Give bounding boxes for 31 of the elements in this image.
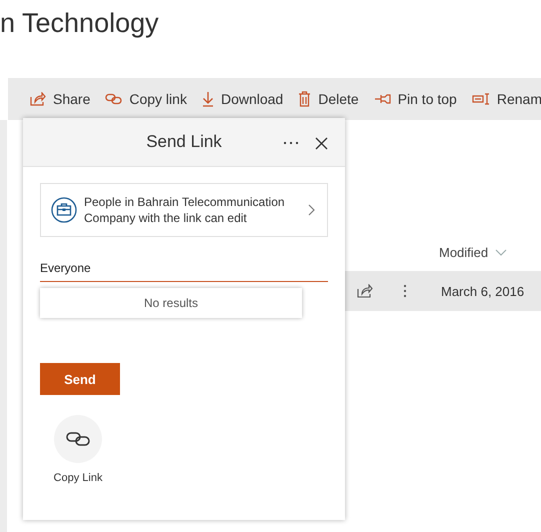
more-icon[interactable] bbox=[403, 284, 407, 298]
close-icon[interactable] bbox=[315, 137, 328, 150]
column-header[interactable]: Modified bbox=[439, 244, 508, 260]
download-command[interactable]: Download bbox=[202, 91, 284, 107]
chevron-right-icon bbox=[308, 204, 315, 216]
dialog-title: Send Link bbox=[146, 132, 222, 152]
recipient-field[interactable]: Everyone bbox=[40, 261, 328, 282]
link-icon bbox=[66, 431, 90, 447]
link-command[interactable]: Copy link bbox=[105, 91, 187, 107]
link-icon bbox=[105, 93, 122, 105]
send-button[interactable]: Send bbox=[40, 363, 120, 395]
share-icon bbox=[30, 92, 46, 106]
share-command[interactable]: Share bbox=[30, 91, 90, 107]
modified-date: March 6, 2016 bbox=[441, 284, 524, 298]
share-icon[interactable] bbox=[357, 284, 373, 298]
delete-command[interactable]: Delete bbox=[298, 91, 359, 107]
briefcase-icon bbox=[51, 197, 77, 223]
pin-icon bbox=[374, 94, 391, 104]
file-row[interactable]: March 6, 2016 bbox=[345, 271, 541, 311]
chevron-down-icon bbox=[495, 248, 508, 256]
trash-icon bbox=[298, 91, 312, 107]
more-icon[interactable] bbox=[283, 141, 299, 145]
page-title: n Technology bbox=[0, 7, 160, 40]
rename-icon bbox=[472, 93, 490, 105]
rename-command[interactable]: Renam bbox=[472, 91, 541, 107]
permission-button[interactable]: People in Bahrain Telecommunication Company with the link can edit bbox=[40, 183, 328, 237]
copy-link-label: Copy Link bbox=[54, 472, 102, 484]
pin-command[interactable]: Pin to top bbox=[374, 91, 457, 107]
download-icon bbox=[202, 91, 214, 107]
copy-link-button[interactable] bbox=[54, 415, 102, 463]
no-results-text: No results bbox=[144, 296, 198, 310]
